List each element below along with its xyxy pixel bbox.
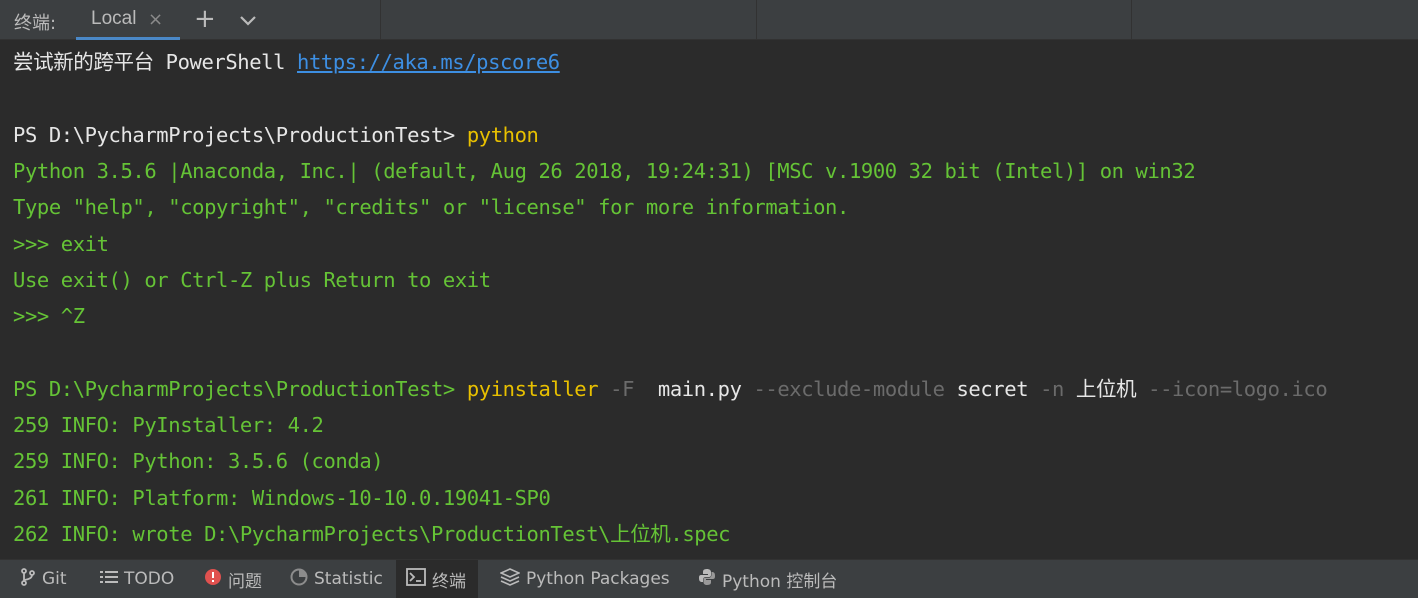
python-icon xyxy=(698,568,722,591)
terminal-line: 262 INFO: wrote D:\PycharmProjects\Produ… xyxy=(13,516,731,552)
terminal-link[interactable]: https://aka.ms/pscore6 xyxy=(297,50,560,74)
terminal-line: Python 3.5.6 |Anaconda, Inc.| (default, … xyxy=(13,153,1196,189)
terminal-text: 262 INFO: wrote D:\PycharmProjects\Produ… xyxy=(13,521,731,546)
terminal-text: -n xyxy=(1028,376,1076,401)
tool-git-label: Git xyxy=(42,569,67,589)
tool-todo-button[interactable]: TODO xyxy=(92,560,182,598)
tool-python-console-button[interactable]: Python 控制台 xyxy=(690,560,845,598)
terminal-line: PS D:\PycharmProjects\ProductionTest> py… xyxy=(13,371,1328,407)
terminal-text: 259 INFO: Python: 3.5.6 (conda) xyxy=(13,449,384,474)
terminal-line: >>> exit xyxy=(13,226,109,262)
terminal-text: PS D:\PycharmProjects\ProductionTest> xyxy=(13,122,467,147)
tab-local-label: Local xyxy=(91,8,137,29)
tool-problems-label: 问题 xyxy=(228,571,262,592)
terminal-line: PS D:\PycharmProjects\ProductionTest> py… xyxy=(13,117,539,153)
terminal-icon xyxy=(406,567,432,591)
tool-terminal-label: 终端 xyxy=(432,571,466,592)
tool-statistic-label: Statistic xyxy=(314,569,383,589)
terminal-output[interactable]: 尝试新的跨平台 PowerShell https://aka.ms/pscore… xyxy=(0,41,1418,559)
tool-problems-button[interactable]: 问题 xyxy=(196,560,270,598)
terminal-line: 尝试新的跨平台 PowerShell https://aka.ms/pscore… xyxy=(13,44,560,80)
terminal-line: 259 INFO: PyInstaller: 4.2 xyxy=(13,407,324,443)
statistic-icon xyxy=(290,568,314,591)
tabbar-divider xyxy=(756,0,757,40)
tool-python-packages-button[interactable]: Python Packages xyxy=(492,560,678,598)
tab-local[interactable]: Local × xyxy=(76,0,180,40)
terminal-line: Use exit() or Ctrl-Z plus Return to exit xyxy=(13,262,491,298)
terminal-text: --exclude-module xyxy=(741,376,957,401)
tool-python-console-label: Python 控制台 xyxy=(722,571,838,592)
list-icon xyxy=(100,569,124,590)
terminal-text: PS D:\PycharmProjects\ProductionTest> xyxy=(13,376,467,401)
tabbar-divider xyxy=(1131,0,1132,40)
terminal-line: >>> ^Z xyxy=(13,298,85,334)
tabbar-divider xyxy=(380,0,381,40)
terminal-text: secret xyxy=(956,376,1029,401)
terminal-text: --icon=logo.ico xyxy=(1136,376,1328,401)
chevron-down-icon[interactable] xyxy=(238,10,258,30)
terminal-text: 尝试新的跨平台 PowerShell xyxy=(13,50,298,74)
terminal-text: >>> exit xyxy=(13,231,109,256)
terminal-text: python xyxy=(466,122,539,147)
tool-statistic-button[interactable]: Statistic xyxy=(282,560,391,598)
layers-icon xyxy=(499,567,526,591)
git-branch-icon xyxy=(20,567,42,591)
terminal-text: Type "help", "copyright", "credits" or "… xyxy=(13,195,849,220)
terminal-text: -F xyxy=(598,376,646,401)
terminal-text: 上位机 xyxy=(1075,376,1137,401)
terminal-text: pyinstaller xyxy=(466,376,599,401)
tool-window-bar: Git TODO 问题 Statistic 终端 Python Packages… xyxy=(0,559,1418,598)
terminal-tab-bar: 终端: Local × + xyxy=(0,0,1418,40)
terminal-text: Use exit() or Ctrl-Z plus Return to exit xyxy=(13,267,491,292)
terminal-text: 261 INFO: Platform: Windows-10-10.0.1904… xyxy=(13,485,551,510)
error-icon xyxy=(204,568,228,591)
close-icon[interactable]: × xyxy=(148,9,163,30)
terminal-text: main.py xyxy=(645,376,742,401)
terminal-text: Python 3.5.6 |Anaconda, Inc.| (default, … xyxy=(13,158,1196,183)
terminal-text: 259 INFO: PyInstaller: 4.2 xyxy=(13,413,324,437)
tool-python-packages-label: Python Packages xyxy=(526,569,670,589)
terminal-text: >>> ^Z xyxy=(13,304,85,329)
add-tab-button[interactable]: + xyxy=(194,4,216,34)
terminal-line: Type "help", "copyright", "credits" or "… xyxy=(13,189,849,225)
terminal-tool-window: 终端: Local × + 尝试新的跨平台 PowerShell https:/… xyxy=(0,0,1418,598)
terminal-line: 259 INFO: Python: 3.5.6 (conda) xyxy=(13,443,384,479)
tool-git-button[interactable]: Git xyxy=(12,560,75,598)
terminal-title: 终端: xyxy=(14,13,57,34)
terminal-line: 261 INFO: Platform: Windows-10-10.0.1904… xyxy=(13,480,551,516)
tool-todo-label: TODO xyxy=(124,569,175,589)
tool-terminal-button[interactable]: 终端 xyxy=(396,560,478,598)
